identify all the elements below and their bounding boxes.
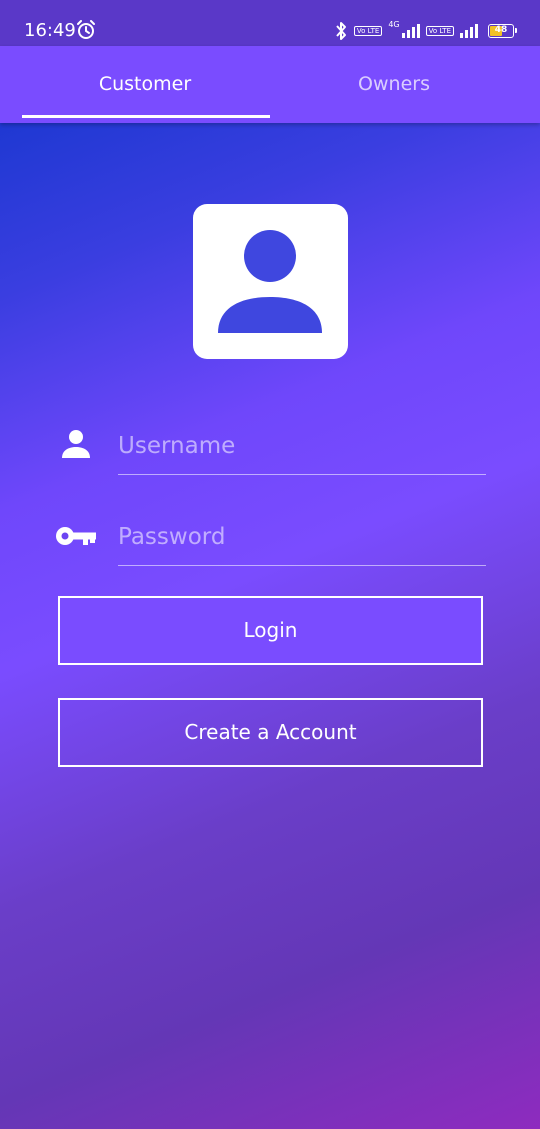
signal-icon-2 <box>460 24 478 38</box>
status-bar: 16:49 Vo LTE 4G Vo LTE 48 <box>0 0 540 46</box>
alarm-icon <box>77 20 95 39</box>
battery-level: 48 <box>494 25 508 35</box>
network-type-label: 4G <box>388 20 400 29</box>
person-icon <box>218 230 322 333</box>
tab-bar: Customer Owners <box>0 46 540 123</box>
login-button[interactable]: Login <box>58 596 483 665</box>
battery-icon: 48 <box>488 24 517 38</box>
bluetooth-icon <box>336 22 346 40</box>
status-time: 16:49 <box>24 20 76 41</box>
password-field[interactable] <box>118 515 486 566</box>
tab-indicator <box>22 115 270 118</box>
volte-badge-2: Vo LTE <box>425 26 454 36</box>
key-icon <box>56 527 96 545</box>
battery-tip <box>515 28 517 33</box>
volte-badge: Vo LTE <box>353 26 383 36</box>
user-icon <box>62 430 90 458</box>
username-field[interactable] <box>118 424 486 475</box>
tab-customer[interactable]: Customer <box>10 46 280 123</box>
avatar-card <box>193 204 348 359</box>
status-icons: Vo LTE 4G Vo LTE 48 <box>334 18 517 44</box>
tab-owners[interactable]: Owners <box>270 46 518 123</box>
create-account-button[interactable]: Create a Account <box>58 698 483 767</box>
signal-icon <box>401 24 420 38</box>
